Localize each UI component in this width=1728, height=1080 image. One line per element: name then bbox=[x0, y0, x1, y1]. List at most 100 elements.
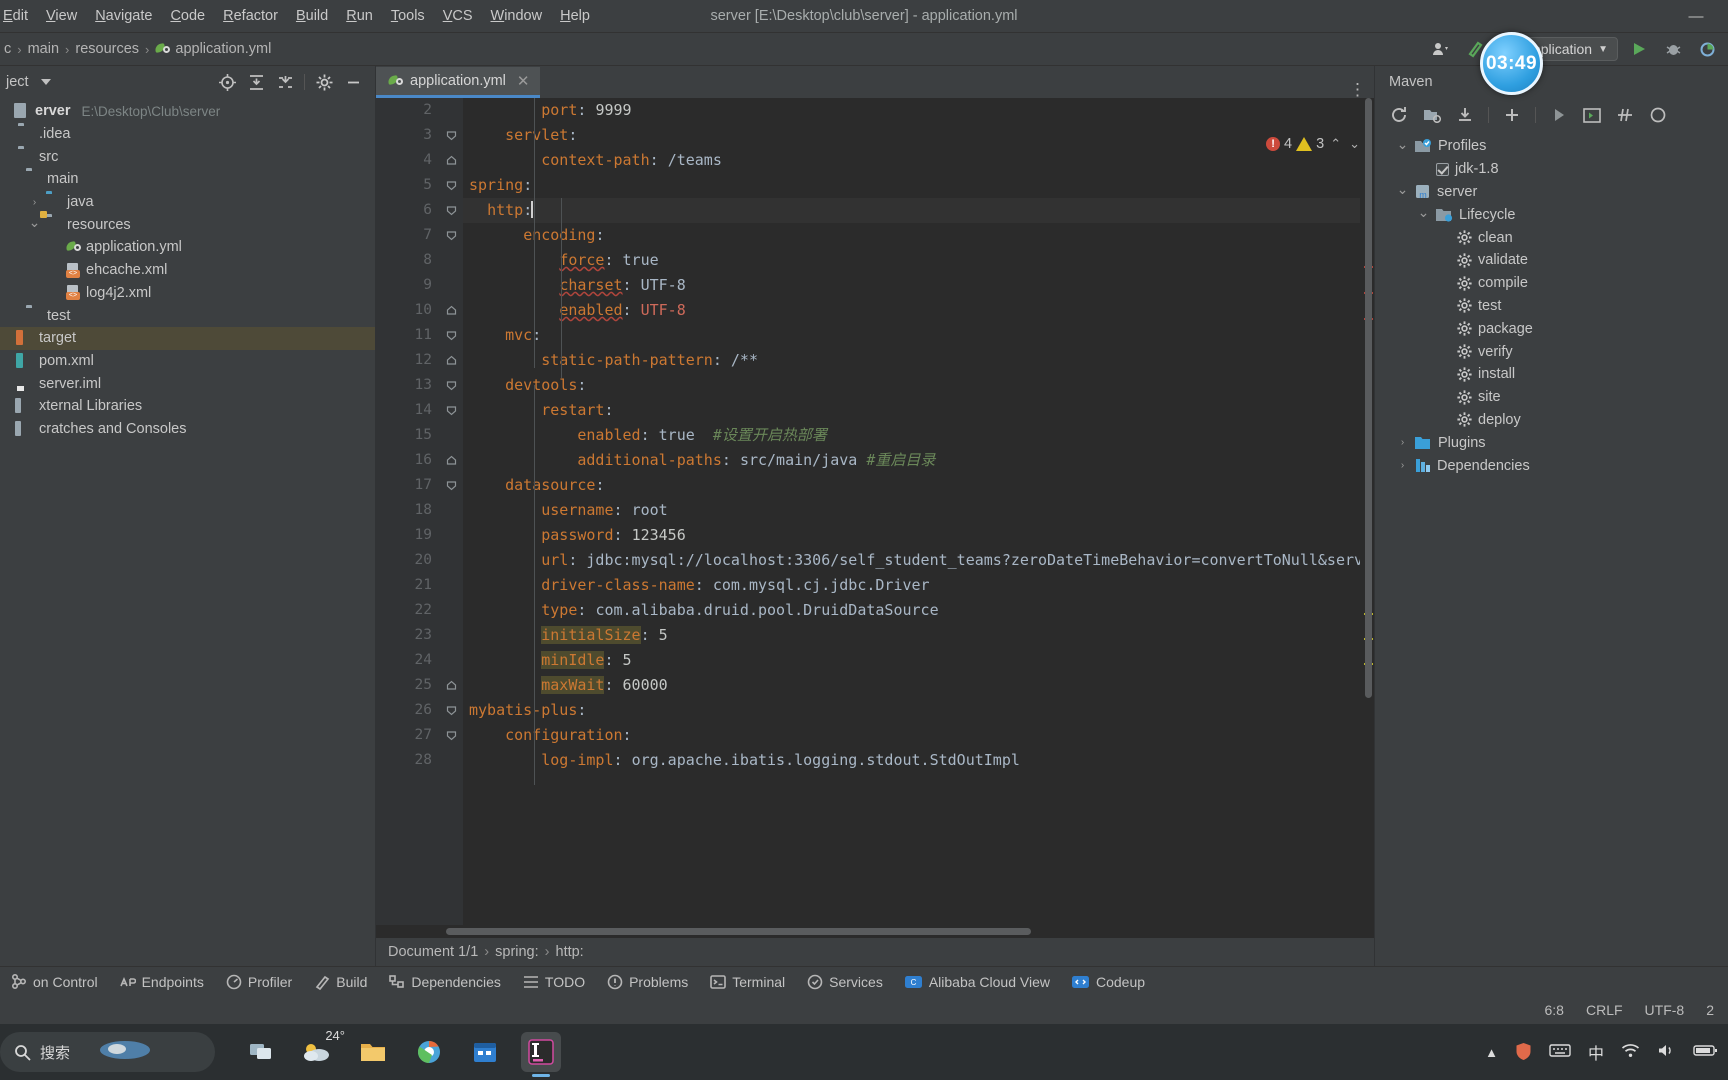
toggle-skip-tests-icon[interactable] bbox=[1615, 105, 1635, 125]
maven-node-plugins[interactable]: › Plugins bbox=[1375, 431, 1728, 454]
maven-node-server[interactable]: ⌄ m server bbox=[1375, 181, 1728, 204]
line-separator[interactable]: CRLF bbox=[1586, 1002, 1623, 1018]
fold-collapse-icon[interactable] bbox=[445, 329, 457, 341]
code-line[interactable]: http: bbox=[463, 198, 1360, 223]
project-tree[interactable]: erver E:\Desktop\Club\server .idea src main ›… bbox=[0, 98, 375, 966]
code-line[interactable]: force: true bbox=[463, 248, 1360, 273]
breadcrumb-item-resources[interactable]: resources bbox=[71, 39, 143, 59]
taskbar-search[interactable]: 搜索 bbox=[0, 1032, 215, 1072]
menu-item-tools[interactable]: Tools bbox=[382, 5, 434, 27]
hide-icon[interactable] bbox=[343, 72, 363, 92]
code-line[interactable]: servlet: bbox=[463, 123, 1360, 148]
editor-marker-strip[interactable] bbox=[1360, 98, 1374, 925]
breadcrumb-item-application-yml[interactable]: application.yml bbox=[151, 39, 275, 59]
code-line[interactable]: additional-paths: src/main/java #重启目录 bbox=[463, 448, 1360, 473]
fold-end-icon[interactable] bbox=[445, 154, 457, 166]
menu-item-run[interactable]: Run bbox=[337, 5, 382, 27]
maven-tree[interactable]: ⌄ Profiles jdk-1.8 ⌄ m server ⌄ Lifecycle clean v… bbox=[1375, 132, 1728, 966]
tool-window-button-codeup[interactable]: Codeup bbox=[1061, 967, 1156, 997]
tree-node--idea[interactable]: .idea bbox=[0, 123, 375, 146]
tree-node-application-yml[interactable]: application.yml bbox=[0, 236, 375, 259]
fold-collapse-icon[interactable] bbox=[445, 129, 457, 141]
chevron-icon[interactable]: › bbox=[1396, 460, 1409, 471]
chevron-icon[interactable]: › bbox=[28, 197, 41, 208]
fold-collapse-icon[interactable] bbox=[445, 179, 457, 191]
maven-node-lifecycle[interactable]: ⌄ Lifecycle bbox=[1375, 203, 1728, 226]
breadcrumb-item-c[interactable]: c bbox=[0, 39, 15, 59]
menu-item-window[interactable]: Window bbox=[482, 5, 552, 27]
code-line[interactable]: enabled: UTF-8 bbox=[463, 298, 1360, 323]
tool-window-button-services[interactable]: Services bbox=[796, 967, 894, 997]
maven-node-compile[interactable]: compile bbox=[1375, 272, 1728, 295]
task-view-icon[interactable] bbox=[241, 1032, 281, 1072]
editor-breadcrumb-item[interactable]: http: bbox=[554, 944, 586, 960]
breadcrumb-item-main[interactable]: main bbox=[24, 39, 63, 59]
tree-node-xternal-libraries[interactable]: xternal Libraries bbox=[0, 395, 375, 418]
editor-breadcrumbs[interactable]: Document 1/1 › spring: › http: bbox=[376, 938, 1374, 966]
menu-item-navigate[interactable]: Navigate bbox=[86, 5, 161, 27]
menu-item-view[interactable]: View bbox=[37, 5, 86, 27]
code-line[interactable]: password: 123456 bbox=[463, 523, 1360, 548]
browser-icon[interactable] bbox=[409, 1032, 449, 1072]
code-line[interactable]: driver-class-name: com.mysql.cj.jdbc.Dri… bbox=[463, 573, 1360, 598]
chevron-icon[interactable]: ⌄ bbox=[1396, 136, 1409, 153]
code-line[interactable]: encoding: bbox=[463, 223, 1360, 248]
code-folding-gutter[interactable] bbox=[441, 98, 463, 925]
fold-end-icon[interactable] bbox=[445, 454, 457, 466]
next-problem-icon[interactable]: ⌄ bbox=[1347, 136, 1362, 152]
maven-node-jdk-1-8[interactable]: jdk-1.8 bbox=[1375, 158, 1728, 181]
weather-icon[interactable]: 24° bbox=[297, 1028, 345, 1072]
menu-item-refactor[interactable]: Refactor bbox=[214, 5, 287, 27]
download-sources-icon[interactable] bbox=[1455, 105, 1475, 125]
chevron-down-icon[interactable] bbox=[40, 79, 51, 85]
code-line[interactable]: charset: UTF-8 bbox=[463, 273, 1360, 298]
fold-collapse-icon[interactable] bbox=[445, 379, 457, 391]
code-line[interactable]: type: com.alibaba.druid.pool.DruidDataSo… bbox=[463, 598, 1360, 623]
collapse-icon[interactable] bbox=[1648, 105, 1668, 125]
tool-window-button-terminal[interactable]: Terminal bbox=[699, 967, 796, 997]
fold-collapse-icon[interactable] bbox=[445, 704, 457, 716]
recording-clock-overlay[interactable]: 03:49 bbox=[1480, 32, 1543, 95]
maven-node-site[interactable]: site bbox=[1375, 386, 1728, 409]
maven-node-clean[interactable]: clean bbox=[1375, 226, 1728, 249]
tool-window-button-dependencies[interactable]: Dependencies bbox=[378, 967, 512, 997]
code-line[interactable]: context-path: /teams bbox=[463, 148, 1360, 173]
tool-window-button-build[interactable]: Build bbox=[303, 967, 378, 997]
maven-node-dependencies[interactable]: › Dependencies bbox=[1375, 454, 1728, 477]
maven-node-test[interactable]: test bbox=[1375, 295, 1728, 318]
show-hidden-icons-icon[interactable]: ▲ bbox=[1485, 1045, 1498, 1060]
maven-node-profiles[interactable]: ⌄ Profiles bbox=[1375, 135, 1728, 158]
add-icon[interactable] bbox=[1502, 105, 1522, 125]
code-line[interactable]: enabled: true #设置开启热部署 bbox=[463, 423, 1360, 448]
tree-node-main[interactable]: main bbox=[0, 168, 375, 191]
file-encoding[interactable]: UTF-8 bbox=[1645, 1002, 1685, 1018]
tree-node-test[interactable]: test bbox=[0, 304, 375, 327]
tree-node-server-iml[interactable]: server.iml bbox=[0, 372, 375, 395]
tree-node-log4j2-xml[interactable]: <> log4j2.xml bbox=[0, 282, 375, 305]
editor-breadcrumb-item[interactable]: spring: bbox=[493, 944, 541, 960]
tree-node-cratches-and-consoles[interactable]: cratches and Consoles bbox=[0, 418, 375, 441]
menu-item-edit[interactable]: Edit bbox=[0, 5, 37, 27]
code-editor[interactable]: 2 3 4 5 6 7 8 9 10 11 12 13 14 15 16 17 18 19 20 21 22 23 24 25… bbox=[376, 98, 1374, 925]
fold-collapse-icon[interactable] bbox=[445, 479, 457, 491]
tree-node-target[interactable]: target bbox=[0, 326, 375, 350]
code-line[interactable]: initialSize: 5 bbox=[463, 623, 1360, 648]
tool-window-button-profiler[interactable]: Profiler bbox=[215, 967, 303, 997]
maven-node-install[interactable]: install bbox=[1375, 363, 1728, 386]
tree-node-resources[interactable]: ⌄ resources bbox=[0, 210, 375, 236]
tree-node-erver[interactable]: erver E:\Desktop\Club\server bbox=[0, 100, 375, 123]
tool-window-button-problems[interactable]: Problems bbox=[596, 967, 699, 997]
chevron-icon[interactable]: ⌄ bbox=[1396, 181, 1409, 198]
editor-horizontal-scrollbar[interactable] bbox=[376, 925, 1374, 938]
tree-node-pom-xml[interactable]: pom.xml bbox=[0, 350, 375, 373]
code-line[interactable]: maxWait: 60000 bbox=[463, 673, 1360, 698]
minimize-button[interactable]: — bbox=[1674, 1, 1718, 31]
menu-item-code[interactable]: Code bbox=[161, 5, 214, 27]
prev-problem-icon[interactable]: ⌃ bbox=[1328, 136, 1343, 152]
keyboard-icon[interactable] bbox=[1549, 1043, 1571, 1061]
fold-end-icon[interactable] bbox=[445, 354, 457, 366]
tool-window-button-on-control[interactable]: on Control bbox=[0, 967, 109, 997]
code-line[interactable]: username: root bbox=[463, 498, 1360, 523]
execute-goal-icon[interactable] bbox=[1582, 105, 1602, 125]
maven-node-validate[interactable]: validate bbox=[1375, 249, 1728, 272]
